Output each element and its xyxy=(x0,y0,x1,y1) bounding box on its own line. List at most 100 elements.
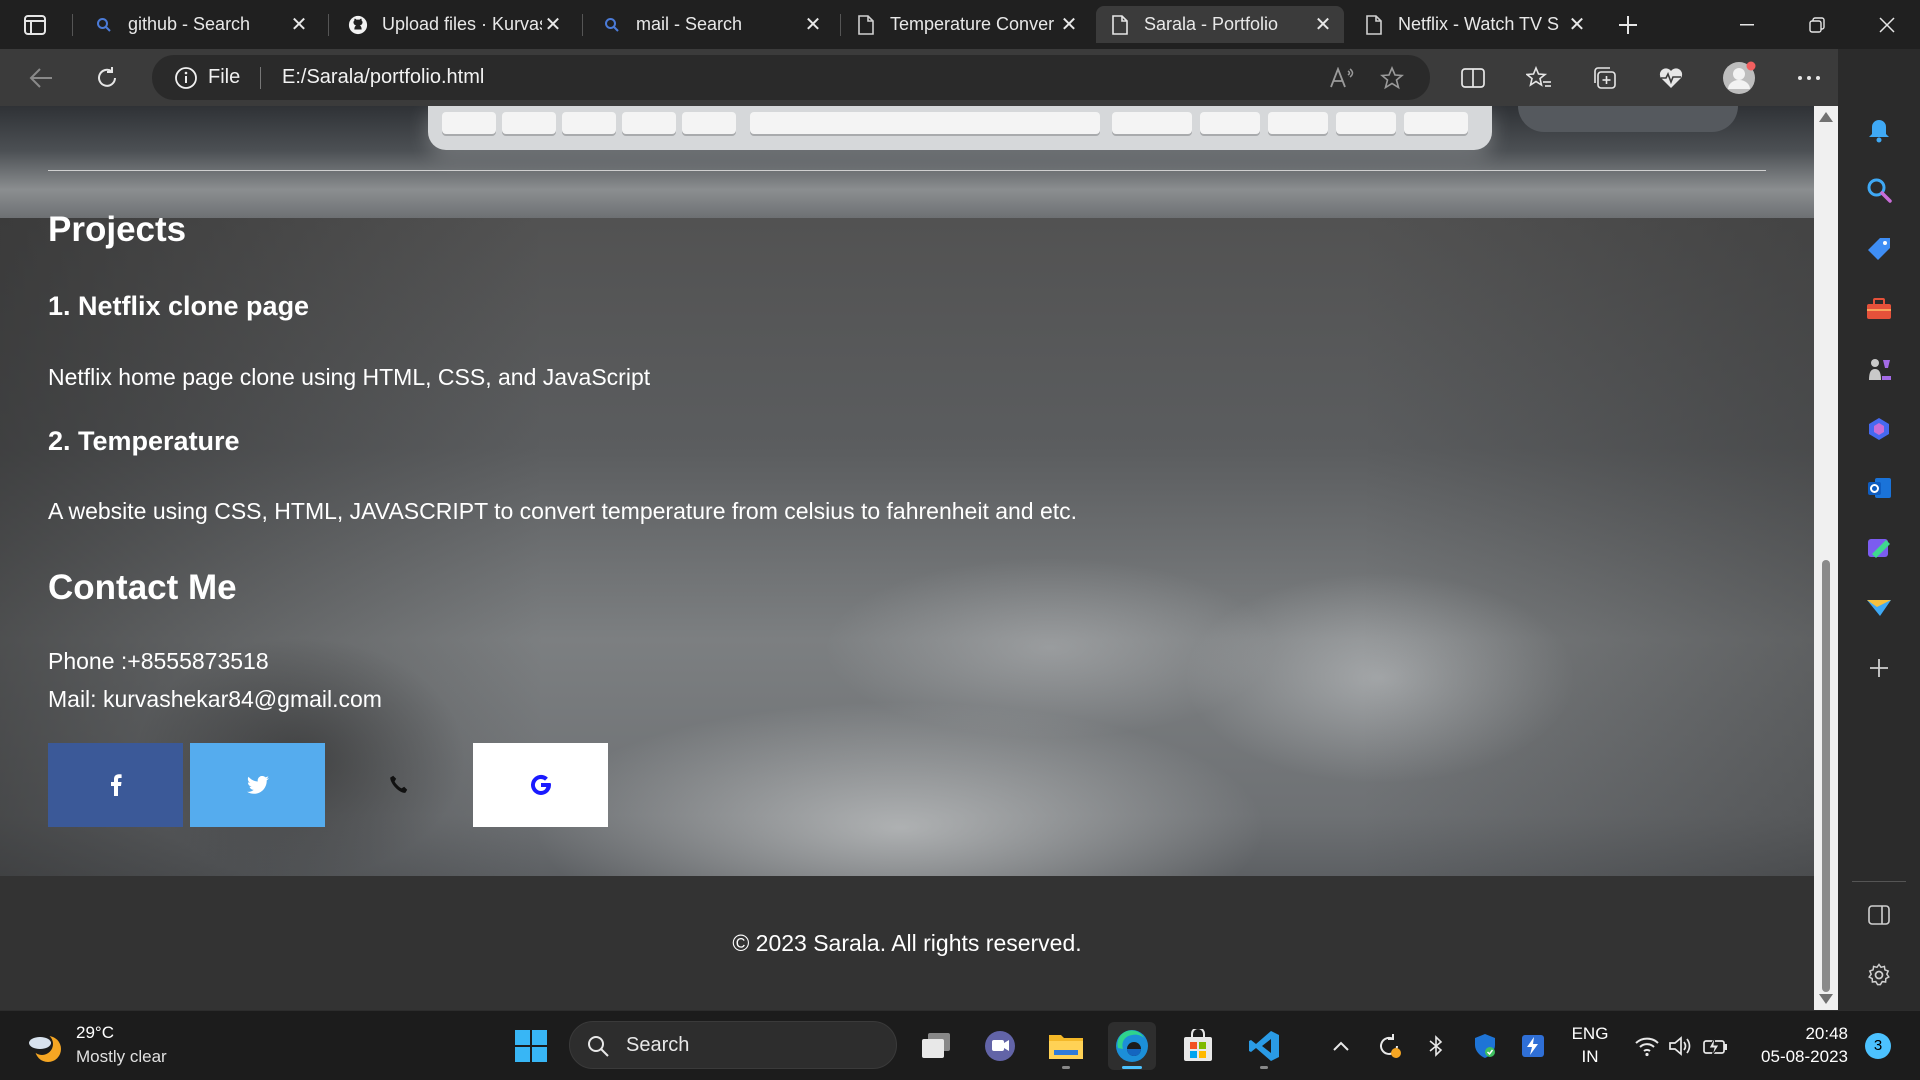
weather-temperature[interactable]: 29°C xyxy=(76,1023,114,1043)
sidebar-shopping-button[interactable] xyxy=(1859,229,1899,269)
phone-link[interactable] xyxy=(331,743,466,827)
browser-tab-strip: github - Search ✕ Upload files · Kurvas … xyxy=(0,0,1920,49)
sidebar-outlook-button[interactable] xyxy=(1859,468,1899,508)
profile-button[interactable] xyxy=(1720,60,1758,96)
tab-separator xyxy=(840,14,841,36)
close-window-button[interactable] xyxy=(1852,0,1920,49)
tab-actions-button[interactable] xyxy=(16,10,54,40)
bluetooth-tray-icon[interactable] xyxy=(1422,1031,1452,1061)
microsoft-store-button[interactable] xyxy=(1174,1022,1222,1070)
collections-button[interactable] xyxy=(1586,60,1624,96)
read-aloud-button[interactable] xyxy=(1326,62,1358,94)
search-icon xyxy=(1867,178,1892,203)
sync-tray-icon[interactable] xyxy=(1374,1031,1404,1061)
sidebar-copilot-button[interactable] xyxy=(1859,409,1899,449)
split-screen-button[interactable] xyxy=(1454,60,1492,96)
sidebar-tools-button[interactable] xyxy=(1859,289,1899,329)
weather-description[interactable]: Mostly clear xyxy=(76,1047,167,1067)
page-footer: © 2023 Sarala. All rights reserved. xyxy=(0,876,1814,1010)
document-icon xyxy=(856,14,876,35)
edge-browser-button[interactable] xyxy=(1108,1022,1156,1070)
sidebar-designer-button[interactable] xyxy=(1859,528,1899,568)
scroll-up-arrow-icon[interactable] xyxy=(1819,112,1833,122)
close-icon[interactable]: ✕ xyxy=(1566,14,1588,36)
address-bar[interactable]: File E:/Sarala/portfolio.html xyxy=(152,55,1430,100)
search-label: Search xyxy=(626,1034,690,1056)
notification-badge[interactable]: 3 xyxy=(1865,1033,1891,1059)
tab-sarala-portfolio[interactable]: Sarala - Portfolio ✕ xyxy=(1096,6,1344,43)
more-options-button[interactable] xyxy=(1790,60,1828,96)
favorite-button[interactable] xyxy=(1376,62,1408,94)
minimize-button[interactable] xyxy=(1712,0,1782,49)
tab-github-search[interactable]: github - Search ✕ xyxy=(80,6,320,43)
vscode-button[interactable] xyxy=(1240,1022,1288,1070)
project-title: 1. Netflix clone page xyxy=(48,291,310,321)
edge-icon xyxy=(1116,1030,1148,1062)
show-hidden-icons-button[interactable] xyxy=(1326,1031,1356,1061)
volume-tray-icon[interactable] xyxy=(1666,1031,1696,1061)
tab-upload-files[interactable]: Upload files · Kurvas ✕ xyxy=(334,6,574,43)
google-icon xyxy=(530,774,551,795)
moon-cloud-icon[interactable] xyxy=(26,1027,66,1067)
speaker-icon xyxy=(1669,1036,1691,1056)
collections-icon xyxy=(1594,67,1616,89)
clock-time: 20:48 xyxy=(1805,1024,1848,1043)
tab-netflix[interactable]: Netflix - Watch TV S ✕ xyxy=(1350,6,1598,43)
wifi-tray-icon[interactable] xyxy=(1632,1031,1662,1061)
sidebar-drop-button[interactable] xyxy=(1859,588,1899,628)
plus-icon xyxy=(1619,16,1637,34)
facebook-icon xyxy=(110,774,122,796)
sidebar-settings-button[interactable] xyxy=(1859,955,1899,995)
battery-charging-icon xyxy=(1703,1036,1727,1057)
tab-temperature-converter[interactable]: Temperature Conver ✕ xyxy=(842,6,1090,43)
start-button[interactable] xyxy=(507,1022,555,1070)
restore-button[interactable] xyxy=(1782,0,1852,49)
document-icon xyxy=(1110,14,1130,35)
scheme-label: File xyxy=(208,66,241,88)
sidebar-add-button[interactable] xyxy=(1859,648,1899,688)
sidebar-search-button[interactable] xyxy=(1859,170,1899,210)
search-icon xyxy=(602,15,622,35)
document-icon xyxy=(1364,14,1384,35)
twitter-link[interactable] xyxy=(190,743,325,827)
file-explorer-button[interactable] xyxy=(1042,1022,1090,1070)
taskbar-search[interactable]: Search xyxy=(569,1021,897,1069)
close-icon[interactable]: ✕ xyxy=(1058,14,1080,36)
task-view-button[interactable] xyxy=(912,1022,960,1070)
back-button[interactable] xyxy=(22,60,60,96)
close-icon[interactable]: ✕ xyxy=(288,14,310,36)
google-link[interactable] xyxy=(473,743,608,827)
site-info-button[interactable]: File xyxy=(174,55,240,100)
refresh-button[interactable] xyxy=(88,60,126,96)
security-tray-icon[interactable] xyxy=(1470,1031,1500,1061)
keyboard-image xyxy=(428,106,1492,150)
battery-tray-icon[interactable] xyxy=(1702,1031,1732,1061)
url-text[interactable]: E:/Sarala/portfolio.html xyxy=(282,55,484,100)
chat-icon xyxy=(985,1031,1015,1061)
sidebar-hide-button[interactable] xyxy=(1859,895,1899,935)
system-clock[interactable]: 20:48 05-08-2023 xyxy=(1748,1022,1848,1068)
page-scrollbar[interactable] xyxy=(1814,106,1838,1010)
toolbox-icon xyxy=(1867,298,1891,319)
back-arrow-icon xyxy=(29,68,52,88)
teams-chat-button[interactable] xyxy=(976,1022,1024,1070)
bell-icon xyxy=(1869,120,1889,143)
contact-mail: Mail: kurvashekar84@gmail.com xyxy=(48,686,382,712)
close-icon[interactable]: ✕ xyxy=(542,14,564,36)
scrollbar-thumb[interactable] xyxy=(1822,560,1830,992)
tab-actions-icon xyxy=(24,15,46,35)
language-indicator[interactable]: ENG IN xyxy=(1568,1022,1612,1068)
close-icon[interactable]: ✕ xyxy=(1312,14,1334,36)
facebook-link[interactable] xyxy=(48,743,183,827)
lightning-icon xyxy=(1522,1035,1544,1057)
power-tray-icon[interactable] xyxy=(1518,1031,1548,1061)
favorites-button[interactable] xyxy=(1520,60,1558,96)
tab-mail-search[interactable]: mail - Search ✕ xyxy=(588,6,834,43)
sidebar-games-button[interactable] xyxy=(1859,349,1899,389)
sidebar-notifications-button[interactable] xyxy=(1859,111,1899,151)
scroll-down-arrow-icon[interactable] xyxy=(1819,994,1833,1004)
close-icon[interactable]: ✕ xyxy=(802,14,824,36)
projects-background-image xyxy=(0,218,1814,984)
new-tab-button[interactable] xyxy=(1612,10,1644,40)
browser-essentials-button[interactable] xyxy=(1652,60,1690,96)
